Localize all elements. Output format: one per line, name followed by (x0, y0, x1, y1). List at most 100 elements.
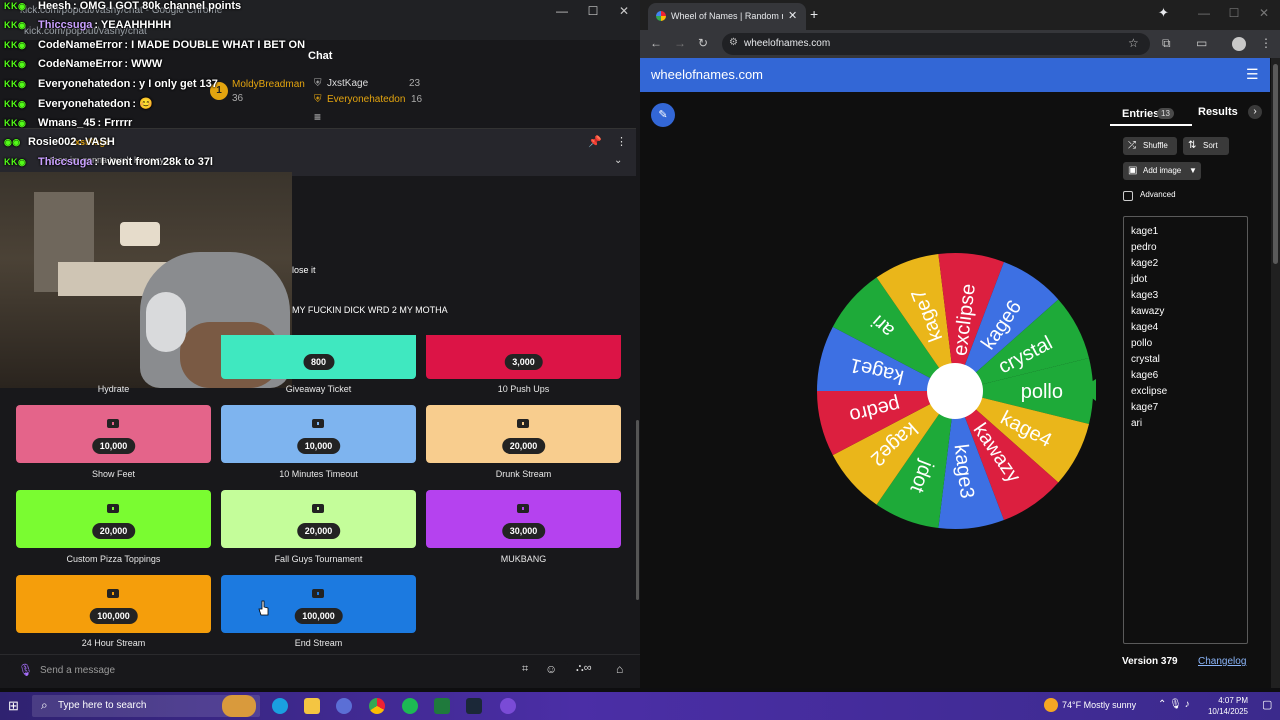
chat-message: K K ◉ CodeNameError: WWW (4, 58, 162, 70)
taskbar-clock[interactable]: 4:07 PM 10/14/2025 (1202, 695, 1248, 717)
chat-username[interactable]: Rosie002 (28, 136, 76, 148)
edit-pencil-icon[interactable]: ✎ (651, 103, 675, 127)
advanced-label: Advanced (1140, 190, 1176, 199)
sort-icon: ⇅ (1188, 140, 1197, 151)
reward-card[interactable]: 100,000 (16, 575, 211, 633)
minimize-icon[interactable]: — (554, 4, 570, 18)
tab-title: Wheel of Names | Random nam (671, 11, 783, 21)
windows-start-icon[interactable]: ⊞ (8, 698, 19, 714)
add-image-button[interactable]: ▣ Add image ▼ (1123, 162, 1201, 180)
tab-results[interactable]: Results (1198, 106, 1238, 118)
reward-card[interactable]: 3,000 (426, 335, 621, 379)
reward-card[interactable]: 20,000 (16, 490, 211, 548)
edge-icon[interactable] (272, 698, 288, 714)
weather-text[interactable]: 74°F Mostly sunny (1062, 700, 1136, 710)
new-tab-icon[interactable]: + (810, 6, 818, 22)
chat-username[interactable]: CodeNameError (38, 58, 122, 70)
advanced-checkbox[interactable] (1123, 191, 1133, 201)
site-info-icon[interactable]: ⚙ (729, 37, 738, 48)
bookmark-star-icon[interactable]: ☆ (1128, 36, 1139, 50)
more-icon[interactable]: ⋮ (616, 135, 627, 148)
reward-price: 800 (302, 354, 335, 370)
vpn-icon[interactable] (336, 698, 352, 714)
reward-card[interactable]: 800 (221, 335, 416, 379)
maximize-icon[interactable]: ☐ (1226, 6, 1242, 20)
page-scrollbar[interactable] (1271, 58, 1280, 688)
chat-username[interactable]: CodeNameError (38, 39, 122, 51)
file-explorer-icon[interactable] (304, 698, 320, 714)
reward-card[interactable]: 10,000 (221, 405, 416, 463)
changelog-link[interactable]: Changelog (1198, 656, 1246, 667)
steam-icon[interactable] (466, 698, 482, 714)
chevron-down-icon[interactable]: ⌄ (614, 155, 622, 166)
maximize-icon[interactable]: ☐ (585, 4, 601, 18)
pin-icon[interactable]: 📌 (588, 135, 602, 148)
expand-leaderboard-icon[interactable]: ≡ (314, 110, 321, 124)
url-field[interactable]: ⚙ wheelofnames.com (722, 33, 1150, 55)
pie-widget-icon[interactable] (222, 695, 256, 717)
shuffle-icon: ⤮ (1128, 140, 1136, 151)
chat-username[interactable]: Wmans_45 (38, 117, 95, 129)
message-input[interactable]: 🎙 Send a message (8, 661, 568, 683)
split-view-icon[interactable]: ▭ (1196, 36, 1207, 50)
store-icon[interactable]: ⌂ (616, 662, 623, 676)
reward-card[interactable]: 20,000 (221, 490, 416, 548)
chat-username[interactable]: Everyonehatedon (38, 98, 130, 110)
chat-username[interactable]: Heesh (38, 0, 71, 12)
chrome-menu-icon[interactable]: ⋮ (1260, 36, 1272, 50)
hamburger-menu-icon[interactable]: ☰ (1246, 66, 1259, 83)
close-icon[interactable]: ✕ (1256, 6, 1272, 20)
reward-card[interactable]: 30,000 (426, 490, 621, 548)
excel-icon[interactable] (434, 698, 450, 714)
entries-textarea[interactable]: kage1 pedro kage2 jdot kage3 kawazy kage… (1123, 216, 1248, 644)
minimize-icon[interactable]: — (1196, 6, 1212, 20)
chrome-icon[interactable] (369, 698, 385, 714)
chat-username[interactable]: Thiccsuga (38, 19, 92, 31)
extensions-icon[interactable]: ⧉ (1162, 36, 1171, 51)
back-icon[interactable]: ← (650, 36, 662, 50)
favicon-icon (656, 11, 666, 21)
microphone-icon[interactable]: 🎙 (18, 663, 33, 677)
chat-username[interactable]: Thiccsuga (38, 156, 92, 168)
close-tab-icon[interactable]: ✕ (788, 9, 797, 22)
chat-text: : WWW (124, 58, 163, 70)
reward-label: Drunk Stream (495, 469, 552, 479)
entry-line: kage2 (1131, 258, 1159, 269)
reload-icon[interactable]: ↻ (698, 36, 708, 50)
sort-button[interactable]: ⇅ Sort (1183, 137, 1229, 155)
reward-card[interactable]: 10,000 (16, 405, 211, 463)
entry-line: pollo (1131, 338, 1153, 349)
shuffle-button[interactable]: ⤮ Shuffle (1123, 137, 1177, 155)
chat-username[interactable]: Everyonehatedon (38, 78, 130, 90)
reward-card[interactable]: 20,000 (426, 405, 621, 463)
discord-icon[interactable] (500, 698, 516, 714)
chest-icon (107, 419, 119, 428)
spotify-icon[interactable] (402, 698, 418, 714)
tab-entries[interactable]: Entries 13 (1110, 106, 1192, 126)
emoji-icon[interactable]: ☺ (545, 662, 557, 676)
reward-price: 100,000 (89, 608, 138, 624)
entry-line: ari (1131, 418, 1143, 429)
reward-label: End Stream (294, 638, 343, 648)
chevron-right-icon[interactable]: › (1248, 105, 1262, 119)
gemini-icon[interactable]: ✦ (1158, 5, 1169, 21)
profile-avatar[interactable] (1232, 37, 1246, 51)
reward-price: 10,000 (91, 438, 136, 454)
wheel-center[interactable] (927, 363, 983, 419)
site-brand[interactable]: wheelofnames.com (651, 67, 763, 82)
wheel[interactable]: pollokage4kawazykage3jdotkage2pedrokage1… (810, 245, 1100, 535)
chat-text: : OMG I GOT 80k channel points (73, 0, 242, 12)
notifications-icon[interactable]: ▢ (1262, 698, 1272, 711)
channel-points-icon[interactable]: ⛬∞ (576, 662, 592, 675)
reward-card[interactable]: 100,000 (221, 575, 416, 633)
chat-text: : I went from 28k to 37l (94, 156, 213, 168)
forward-icon[interactable]: → (674, 36, 686, 50)
browser-tab[interactable]: Wheel of Names | Random nam ✕ (648, 3, 806, 30)
leader-name: JxstKage (327, 78, 369, 89)
close-icon[interactable]: ✕ (616, 4, 632, 18)
gif-icon[interactable]: ⌗ (522, 663, 528, 676)
system-tray-icons[interactable]: ⌃ 🎙 ♪ (1158, 699, 1190, 710)
mouse-cursor-icon (258, 600, 269, 616)
rewards-scrollbar[interactable] (636, 420, 639, 600)
weather-sun-icon[interactable] (1044, 698, 1058, 712)
